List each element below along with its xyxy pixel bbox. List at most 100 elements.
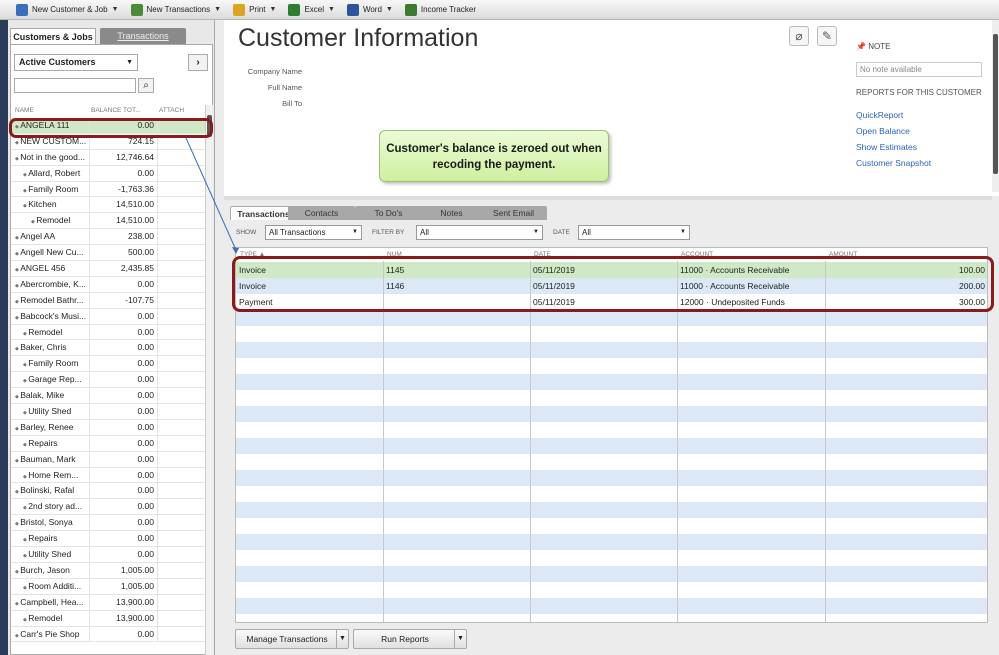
- empty-row: [236, 550, 987, 566]
- toolbar-button-4[interactable]: Word ▼: [346, 3, 393, 16]
- column-divider: [157, 610, 158, 626]
- tab-sent-email[interactable]: Sent Email: [480, 206, 547, 220]
- edit-pencil-icon[interactable]: ✎: [817, 26, 837, 46]
- customer-row[interactable]: ◆ Repairs 0.00: [11, 531, 205, 548]
- transaction-row[interactable]: Invoice 1145 05/11/2019 11000 · Accounts Re…: [236, 262, 987, 278]
- customer-row[interactable]: ◆ Abercrombie, K... 0.00: [11, 276, 205, 293]
- column-header-name[interactable]: NAME: [15, 107, 34, 114]
- cell-date: 05/11/2019: [533, 297, 575, 307]
- customer-row[interactable]: ◆ Carr's Pie Shop 0.00: [11, 626, 205, 643]
- note-field[interactable]: No note available: [856, 62, 982, 77]
- customer-row[interactable]: ◆ ANGEL 456 2,435.85: [11, 261, 205, 277]
- customer-name-text: Remodel Bathr...: [20, 294, 84, 305]
- tab-customers-jobs[interactable]: Customers & Jobs: [10, 28, 96, 44]
- cell-amount: 100.00: [959, 265, 985, 275]
- chevron-down-icon[interactable]: ▼: [270, 6, 277, 13]
- tab-notes[interactable]: Notes: [418, 206, 485, 220]
- customer-row[interactable]: ◆ Repairs 0.00: [11, 435, 205, 452]
- search-input[interactable]: [14, 78, 136, 93]
- column-header-account[interactable]: ACCOUNT: [681, 251, 713, 258]
- column-header-attach[interactable]: ATTACH: [159, 107, 184, 114]
- customer-row[interactable]: ◆ Allard, Robert 0.00: [11, 165, 205, 182]
- cell-num: 1145: [386, 265, 405, 275]
- customer-row[interactable]: ◆ Remodel 14,510.00: [11, 213, 205, 230]
- date-dropdown[interactable]: All ▼: [578, 225, 690, 240]
- customer-row[interactable]: ◆ Room Additi... 1,005.00: [11, 578, 205, 595]
- customer-row[interactable]: ◆ Home Rem... 0.00: [11, 467, 205, 484]
- column-header-amount[interactable]: AMOUNT: [829, 251, 857, 258]
- customer-row[interactable]: ◆ Campbell, Hea... 13,900.00: [11, 594, 205, 612]
- empty-row: [236, 422, 987, 438]
- tab-transactions-left[interactable]: Transactions: [100, 28, 186, 44]
- transaction-row[interactable]: Invoice 1146 05/11/2019 11000 · Accounts Re…: [236, 278, 987, 294]
- toolbar-button-2[interactable]: Print ▼: [233, 3, 277, 16]
- transaction-row[interactable]: Payment 05/11/2019 12000 · Undeposited Fun…: [236, 294, 987, 310]
- manage-transactions-button[interactable]: Manage Transactions ▼: [235, 629, 349, 649]
- customer-balance: 0.00: [137, 501, 154, 512]
- customer-row[interactable]: ◆ Baker, Chris 0.00: [11, 340, 205, 357]
- column-divider: [89, 276, 90, 292]
- attach-icon[interactable]: ⌀: [789, 26, 809, 46]
- customer-name: ◆ Campbell, Hea...: [15, 595, 95, 612]
- column-header-date[interactable]: DATE: [534, 251, 551, 258]
- customer-row[interactable]: ◆ Bristol, Sonya 0.00: [11, 515, 205, 532]
- toolbar-button-3[interactable]: Excel ▼: [288, 3, 335, 16]
- quickreport-link[interactable]: QuickReport: [856, 110, 903, 120]
- customer-row[interactable]: ◆ NEW CUSTOM... 724.15: [11, 133, 205, 150]
- chevron-down-icon[interactable]: ▼: [214, 6, 221, 13]
- search-icon[interactable]: ⌕: [138, 78, 154, 93]
- customer-row[interactable]: ◆ Angel AA 238.00: [11, 229, 205, 246]
- chevron-down-icon[interactable]: ▼: [454, 630, 466, 648]
- show-estimates-link[interactable]: Show Estimates: [856, 142, 917, 152]
- scrollbar-thumb[interactable]: [993, 34, 998, 174]
- tab-transactions[interactable]: Transactions: [230, 206, 297, 220]
- scrollbar-thumb[interactable]: [207, 115, 212, 137]
- customer-row[interactable]: ◆ Bolinski, Rafal 0.00: [11, 483, 205, 500]
- customer-row[interactable]: ◆ Angell New Cu... 500.00: [11, 245, 205, 262]
- chevron-down-icon[interactable]: ▼: [112, 6, 119, 13]
- customer-row[interactable]: ◆ Not in the good... 12,746.64: [11, 149, 205, 166]
- open-balance-link[interactable]: Open Balance: [856, 126, 910, 136]
- customer-row[interactable]: ◆ Garage Rep... 0.00: [11, 372, 205, 389]
- customer-balance: -1,763.36: [118, 183, 154, 194]
- cell-type: Payment: [239, 297, 273, 307]
- customer-row[interactable]: ◆ Babcock's Musi... 0.00: [11, 308, 205, 325]
- expand-panel-button[interactable]: ›: [188, 54, 208, 71]
- customer-row[interactable]: ◆ Remodel 13,900.00: [11, 610, 205, 627]
- chevron-down-icon[interactable]: ▼: [336, 630, 348, 648]
- customer-row[interactable]: ◆ Family Room 0.00: [11, 356, 205, 373]
- filter-by-dropdown[interactable]: All ▼: [416, 225, 543, 240]
- customer-row[interactable]: ◆ ANGELA 111 0.00: [11, 118, 205, 134]
- column-header-num[interactable]: NUM: [387, 251, 402, 258]
- customer-row[interactable]: ◆ Kitchen 14,510.00: [11, 197, 205, 214]
- customer-row[interactable]: ◆ Barley, Renee 0.00: [11, 419, 205, 436]
- active-customers-dropdown[interactable]: Active Customers ▼: [14, 54, 138, 71]
- column-divider: [89, 165, 90, 181]
- chevron-down-icon[interactable]: ▼: [328, 6, 335, 13]
- customer-row[interactable]: ◆ Family Room -1,763.36: [11, 181, 205, 198]
- customer-center-sidebar: Customers & Jobs Transactions Active Cus…: [8, 20, 215, 655]
- run-reports-button[interactable]: Run Reports ▼: [353, 629, 467, 649]
- tab-todos[interactable]: To Do's: [355, 206, 422, 220]
- customer-row[interactable]: ◆ Burch, Jason 1,005.00: [11, 562, 205, 579]
- customer-snapshot-link[interactable]: Customer Snapshot: [856, 158, 931, 168]
- toolbar-button-1[interactable]: New Transactions ▼: [130, 3, 221, 16]
- customer-row[interactable]: ◆ Remodel Bathr... -107.75: [11, 292, 205, 309]
- info-scrollbar[interactable]: [992, 20, 999, 192]
- tab-contacts[interactable]: Contacts: [288, 206, 355, 220]
- column-header-type[interactable]: TYPE ▲: [240, 251, 265, 258]
- column-header-balance[interactable]: BALANCE TOT...: [91, 107, 141, 114]
- chevron-down-icon[interactable]: ▼: [386, 6, 393, 13]
- show-dropdown[interactable]: All Transactions ▼: [265, 225, 362, 240]
- customer-row[interactable]: ◆ Bauman, Mark 0.00: [11, 451, 205, 468]
- customer-row[interactable]: ◆ 2nd story ad... 0.00: [11, 499, 205, 516]
- toolbar-button-0[interactable]: New Customer & Job ▼: [16, 3, 119, 16]
- customer-row[interactable]: ◆ Utility Shed 0.00: [11, 547, 205, 563]
- toolbar-button-5[interactable]: Income Tracker: [404, 3, 476, 16]
- type-header-label: TYPE: [240, 251, 257, 258]
- customer-name-text: Home Rem...: [28, 469, 79, 480]
- customer-row[interactable]: ◆ Balak, Mike 0.00: [11, 388, 205, 405]
- customer-row[interactable]: ◆ Remodel 0.00: [11, 324, 205, 341]
- customer-row[interactable]: ◆ Utility Shed 0.00: [11, 404, 205, 420]
- customer-list-scrollbar[interactable]: [205, 105, 213, 655]
